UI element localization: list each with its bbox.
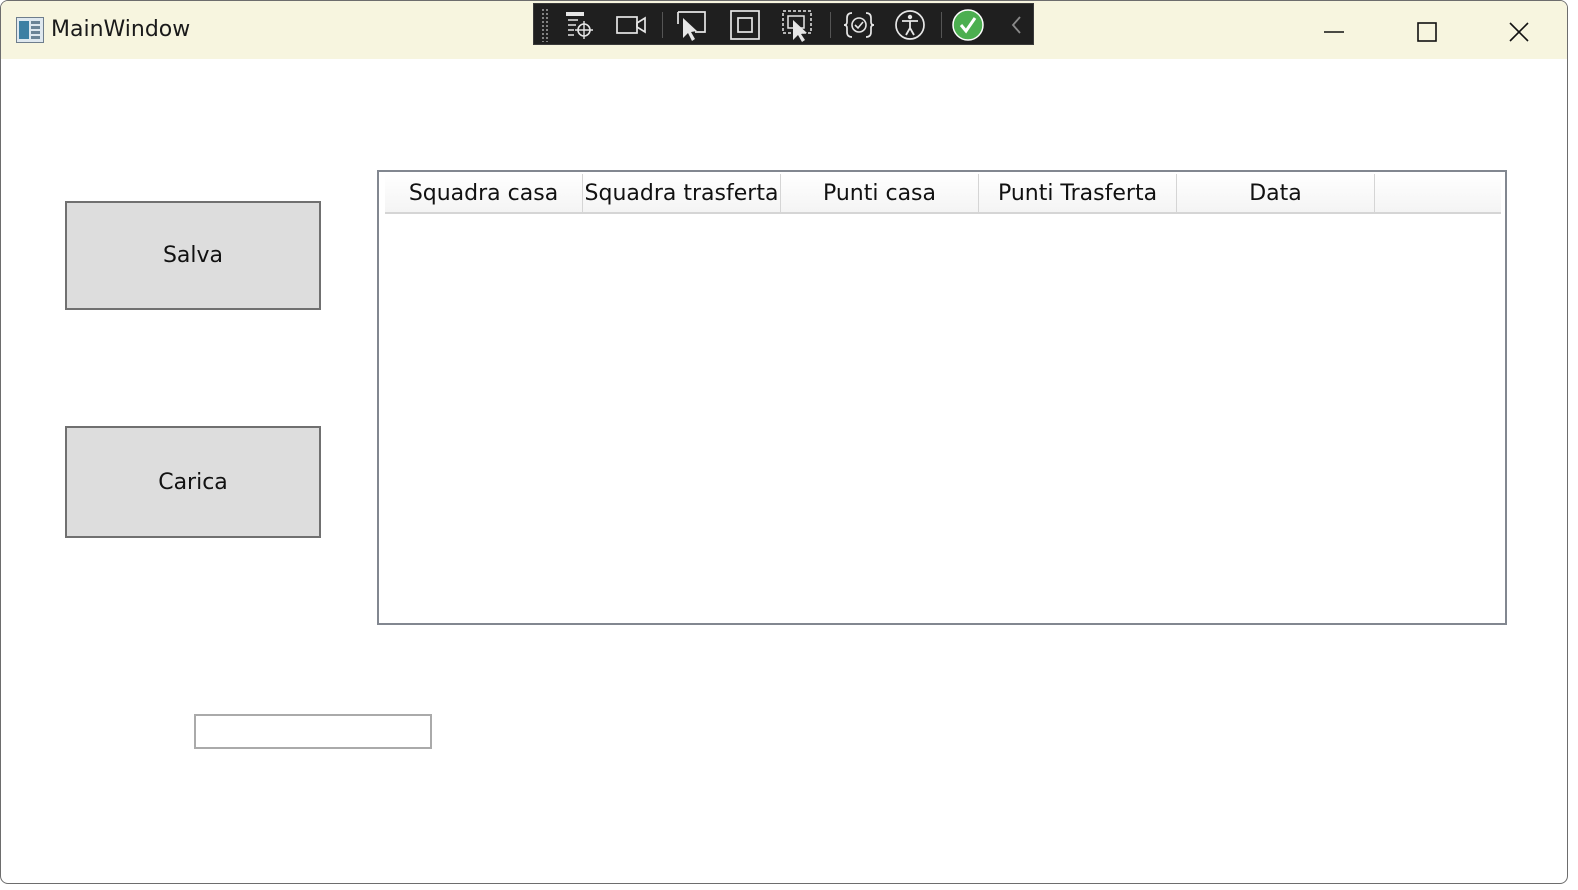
close-icon — [1509, 22, 1529, 42]
display-layout-adorners-button[interactable] — [728, 8, 762, 42]
column-header-date[interactable]: Data — [1177, 174, 1375, 212]
binding-failures-button[interactable] — [842, 8, 876, 42]
toolbar-separator — [662, 12, 663, 38]
column-header-filler — [1375, 174, 1501, 212]
binding-failures-icon — [843, 12, 875, 38]
minimize-button[interactable] — [1311, 9, 1357, 55]
load-button[interactable]: Carica — [65, 426, 321, 538]
main-window: MainWindow Salva Carica Squadra casa Squ… — [0, 0, 1568, 884]
collapse-icon — [1011, 16, 1021, 34]
app-icon — [16, 17, 44, 43]
record-icon — [616, 16, 646, 34]
minimize-icon — [1324, 31, 1344, 33]
track-focus-icon — [782, 10, 812, 42]
column-header-away-points[interactable]: Punti Trasferta — [979, 174, 1177, 212]
toolbar-separator — [941, 12, 942, 38]
collapse-toolbar-button[interactable] — [1000, 8, 1034, 42]
column-header-home-team[interactable]: Squadra casa — [385, 174, 583, 212]
maximize-button[interactable] — [1404, 9, 1450, 55]
results-data-grid[interactable]: Squadra casa Squadra trasferta Punti cas… — [377, 170, 1507, 625]
column-header-away-team[interactable]: Squadra trasferta — [583, 174, 781, 212]
column-header-home-points[interactable]: Punti casa — [781, 174, 979, 212]
live-visual-tree-button[interactable] — [562, 8, 596, 42]
display-layout-adorners-icon — [730, 10, 760, 40]
track-focus-button[interactable] — [780, 8, 814, 42]
hot-reload-status-button[interactable] — [951, 8, 985, 42]
accessibility-checker-button[interactable] — [893, 8, 927, 42]
hot-reload-status-icon — [952, 9, 984, 41]
accessibility-checker-icon — [895, 10, 925, 40]
maximize-icon — [1417, 22, 1437, 42]
window-title: MainWindow — [51, 17, 191, 42]
select-element-icon — [677, 11, 706, 41]
xaml-debug-toolbar — [533, 3, 1034, 45]
grid-header-row: Squadra casa Squadra trasferta Punti cas… — [385, 174, 1501, 214]
toolbar-separator — [830, 12, 831, 38]
save-button[interactable]: Salva — [65, 201, 321, 310]
live-visual-tree-icon — [566, 12, 593, 39]
select-element-button[interactable] — [675, 8, 709, 42]
record-button[interactable] — [614, 8, 648, 42]
close-button[interactable] — [1496, 9, 1542, 55]
toolbar-grip[interactable] — [541, 8, 549, 42]
text-input[interactable] — [194, 714, 432, 749]
